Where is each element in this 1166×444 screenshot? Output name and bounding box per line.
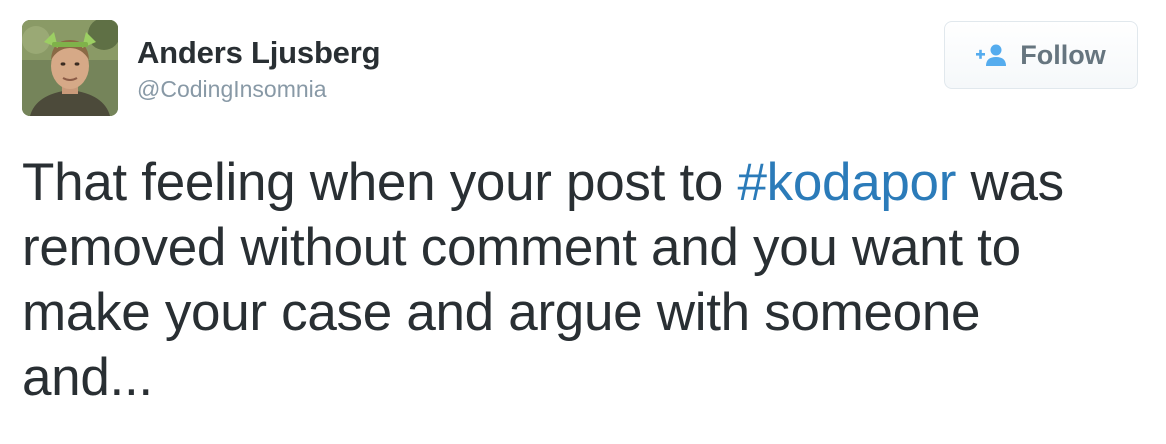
tweet-text-line-3: make your case and argue with someone bbox=[22, 283, 981, 342]
follow-button[interactable]: Follow bbox=[944, 21, 1138, 89]
author-username[interactable]: @CodingInsomnia bbox=[137, 74, 380, 104]
avatar-photo-icon bbox=[22, 20, 118, 116]
tweet-text: That feeling when your post to #kodapor … bbox=[22, 150, 1152, 410]
tweet-text-line-2: removed without comment and you want to bbox=[22, 218, 1021, 277]
tweet-text-segment: That feeling when your post to bbox=[22, 153, 738, 212]
author-info: Anders Ljusberg @CodingInsomnia bbox=[137, 34, 381, 104]
author-avatar[interactable] bbox=[22, 20, 118, 116]
tweet-text-line-1: That feeling when your post to #kodapor … bbox=[22, 150, 1152, 215]
follow-button-label: Follow bbox=[1020, 39, 1106, 70]
tweet-text-segment: was bbox=[956, 153, 1065, 212]
tweet-card: Anders Ljusberg @CodingInsomnia Follow T… bbox=[0, 0, 1166, 444]
add-user-icon bbox=[976, 44, 1008, 66]
author-display-name[interactable]: Anders Ljusberg bbox=[137, 34, 381, 72]
hashtag-link[interactable]: #kodapor bbox=[737, 153, 956, 212]
tweet-text-line-4: and... bbox=[22, 348, 153, 407]
